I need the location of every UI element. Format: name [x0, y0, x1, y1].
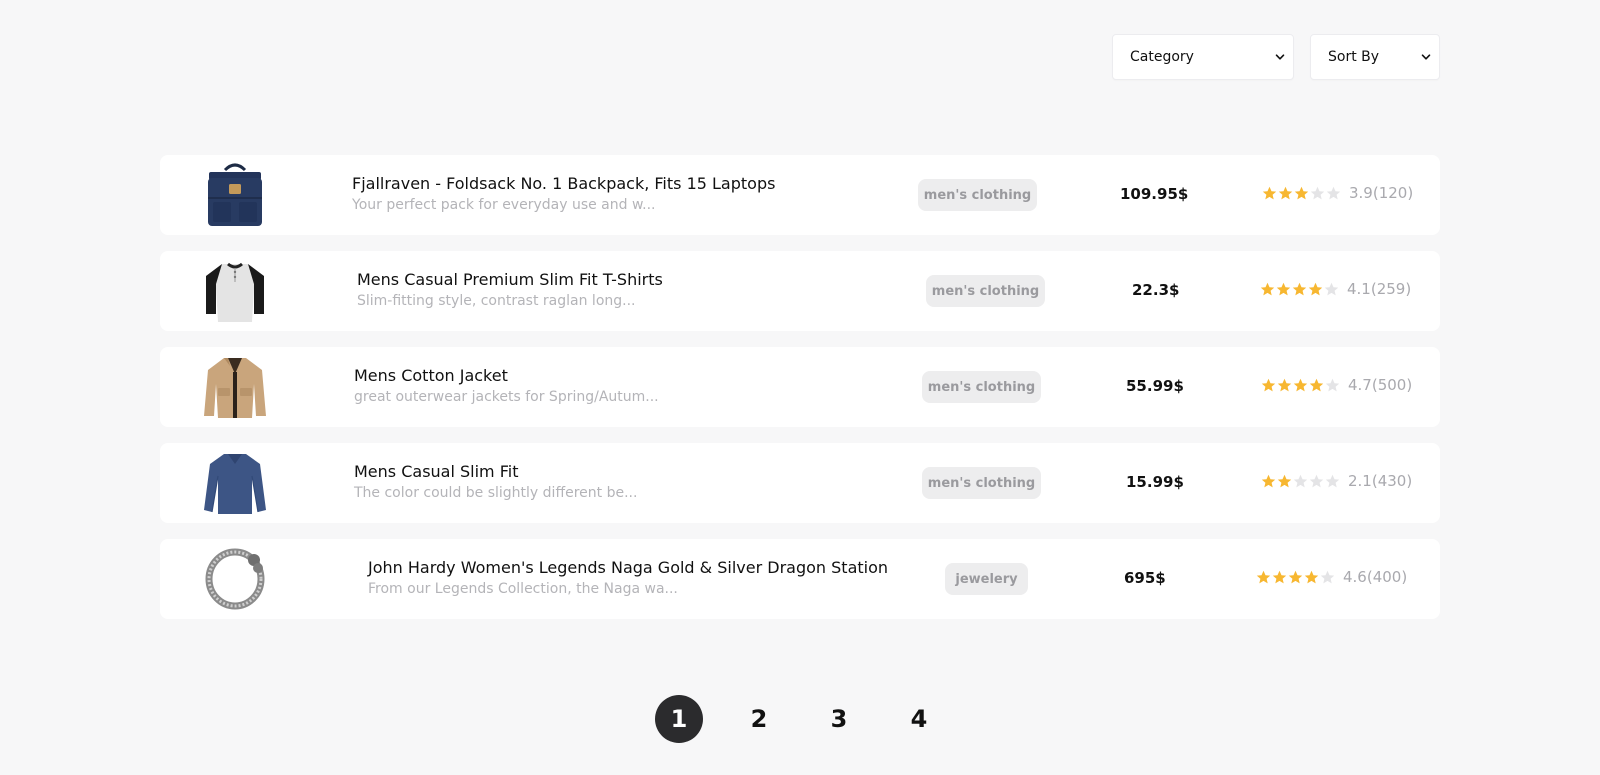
star-icon [1277, 474, 1292, 487]
star-icon [1261, 378, 1276, 391]
product-rating: 4.1(259) [1260, 280, 1411, 298]
sort-select[interactable]: Sort By [1310, 34, 1440, 80]
longsleeve-image[interactable] [200, 449, 270, 517]
product-row[interactable]: John Hardy Women's Legends Naga Gold & S… [160, 539, 1440, 619]
rating-stars [1261, 474, 1340, 489]
rating-text: 3.9(120) [1349, 184, 1414, 202]
product-row[interactable]: Mens Casual Premium Slim Fit T-Shirts Sl… [160, 251, 1440, 331]
product-row[interactable]: Mens Casual Slim Fit The color could be … [160, 443, 1440, 523]
star-icon [1293, 474, 1308, 487]
product-description: The color could be slightly different be… [354, 485, 638, 501]
star-icon [1288, 570, 1303, 583]
product-info: John Hardy Women's Legends Naga Gold & S… [368, 558, 888, 597]
backpack-image[interactable] [200, 161, 270, 229]
products-page: Category Sort By Fjallraven - Foldsack N… [0, 0, 1600, 775]
product-rating: 4.6(400) [1256, 568, 1407, 586]
star-icon [1325, 474, 1340, 487]
bracelet-image[interactable] [200, 545, 270, 613]
star-icon [1324, 282, 1339, 295]
rating-stars [1262, 186, 1341, 201]
filter-bar: Category Sort By [1112, 34, 1440, 80]
star-icon [1310, 186, 1325, 199]
sort-select-label: Sort By [1328, 49, 1380, 65]
category-badge: jewelery [945, 563, 1028, 595]
star-icon [1276, 282, 1291, 295]
product-description: Slim-fitting style, contrast raglan long… [357, 293, 636, 309]
page-button-4[interactable]: 4 [895, 695, 943, 743]
star-icon [1272, 570, 1287, 583]
page-button-2[interactable]: 2 [735, 695, 783, 743]
rating-stars [1261, 378, 1340, 393]
product-price: 695$ [1124, 569, 1166, 587]
star-icon [1260, 282, 1275, 295]
product-info: Mens Casual Premium Slim Fit T-Shirts Sl… [357, 270, 663, 309]
star-icon [1277, 378, 1292, 391]
star-icon [1309, 474, 1324, 487]
product-rating: 4.7(500) [1261, 376, 1412, 394]
product-description: Your perfect pack for everyday use and w… [352, 197, 656, 213]
star-icon [1261, 474, 1276, 487]
product-title[interactable]: Mens Casual Slim Fit [354, 462, 637, 481]
product-description: great outerwear jackets for Spring/Autum… [354, 389, 659, 405]
chevron-down-icon [1421, 52, 1431, 62]
category-badge: men's clothing [922, 371, 1041, 403]
product-info: Mens Casual Slim Fit The color could be … [354, 462, 637, 501]
jacket-image[interactable] [200, 353, 270, 421]
category-badge: men's clothing [922, 467, 1041, 499]
category-badge: men's clothing [926, 275, 1045, 307]
star-icon [1325, 378, 1340, 391]
category-select-label: Category [1130, 49, 1194, 65]
product-rating: 2.1(430) [1261, 472, 1412, 490]
product-price: 109.95$ [1120, 185, 1189, 203]
star-icon [1294, 186, 1309, 199]
product-info: Mens Cotton Jacket great outerwear jacke… [354, 366, 659, 405]
pagination: 1 2 3 4 [655, 695, 943, 743]
product-title[interactable]: Mens Casual Premium Slim Fit T-Shirts [357, 270, 663, 289]
product-price: 15.99$ [1126, 473, 1184, 491]
star-icon [1308, 282, 1323, 295]
star-icon [1309, 378, 1324, 391]
star-icon [1326, 186, 1341, 199]
rating-stars [1256, 570, 1335, 585]
product-info: Fjallraven - Foldsack No. 1 Backpack, Fi… [352, 174, 775, 213]
tshirt-image[interactable] [200, 257, 270, 325]
rating-stars [1260, 282, 1339, 297]
star-icon [1304, 570, 1319, 583]
product-rating: 3.9(120) [1262, 184, 1413, 202]
chevron-down-icon [1275, 52, 1285, 62]
star-icon [1262, 186, 1277, 199]
product-price: 22.3$ [1132, 281, 1180, 299]
product-title[interactable]: John Hardy Women's Legends Naga Gold & S… [368, 558, 888, 577]
product-price: 55.99$ [1126, 377, 1184, 395]
star-icon [1293, 378, 1308, 391]
star-icon [1278, 186, 1293, 199]
star-icon [1320, 570, 1335, 583]
rating-text: 4.7(500) [1348, 376, 1413, 394]
page-button-3[interactable]: 3 [815, 695, 863, 743]
rating-text: 2.1(430) [1348, 472, 1413, 490]
rating-text: 4.6(400) [1343, 568, 1408, 586]
product-title[interactable]: Fjallraven - Foldsack No. 1 Backpack, Fi… [352, 174, 775, 193]
product-list: Fjallraven - Foldsack No. 1 Backpack, Fi… [160, 155, 1440, 619]
product-row[interactable]: Fjallraven - Foldsack No. 1 Backpack, Fi… [160, 155, 1440, 235]
category-select[interactable]: Category [1112, 34, 1294, 80]
page-button-1[interactable]: 1 [655, 695, 703, 743]
star-icon [1256, 570, 1271, 583]
rating-text: 4.1(259) [1347, 280, 1412, 298]
category-badge: men's clothing [918, 179, 1037, 211]
product-row[interactable]: Mens Cotton Jacket great outerwear jacke… [160, 347, 1440, 427]
product-description: From our Legends Collection, the Naga wa… [368, 581, 678, 597]
star-icon [1292, 282, 1307, 295]
product-title[interactable]: Mens Cotton Jacket [354, 366, 659, 385]
